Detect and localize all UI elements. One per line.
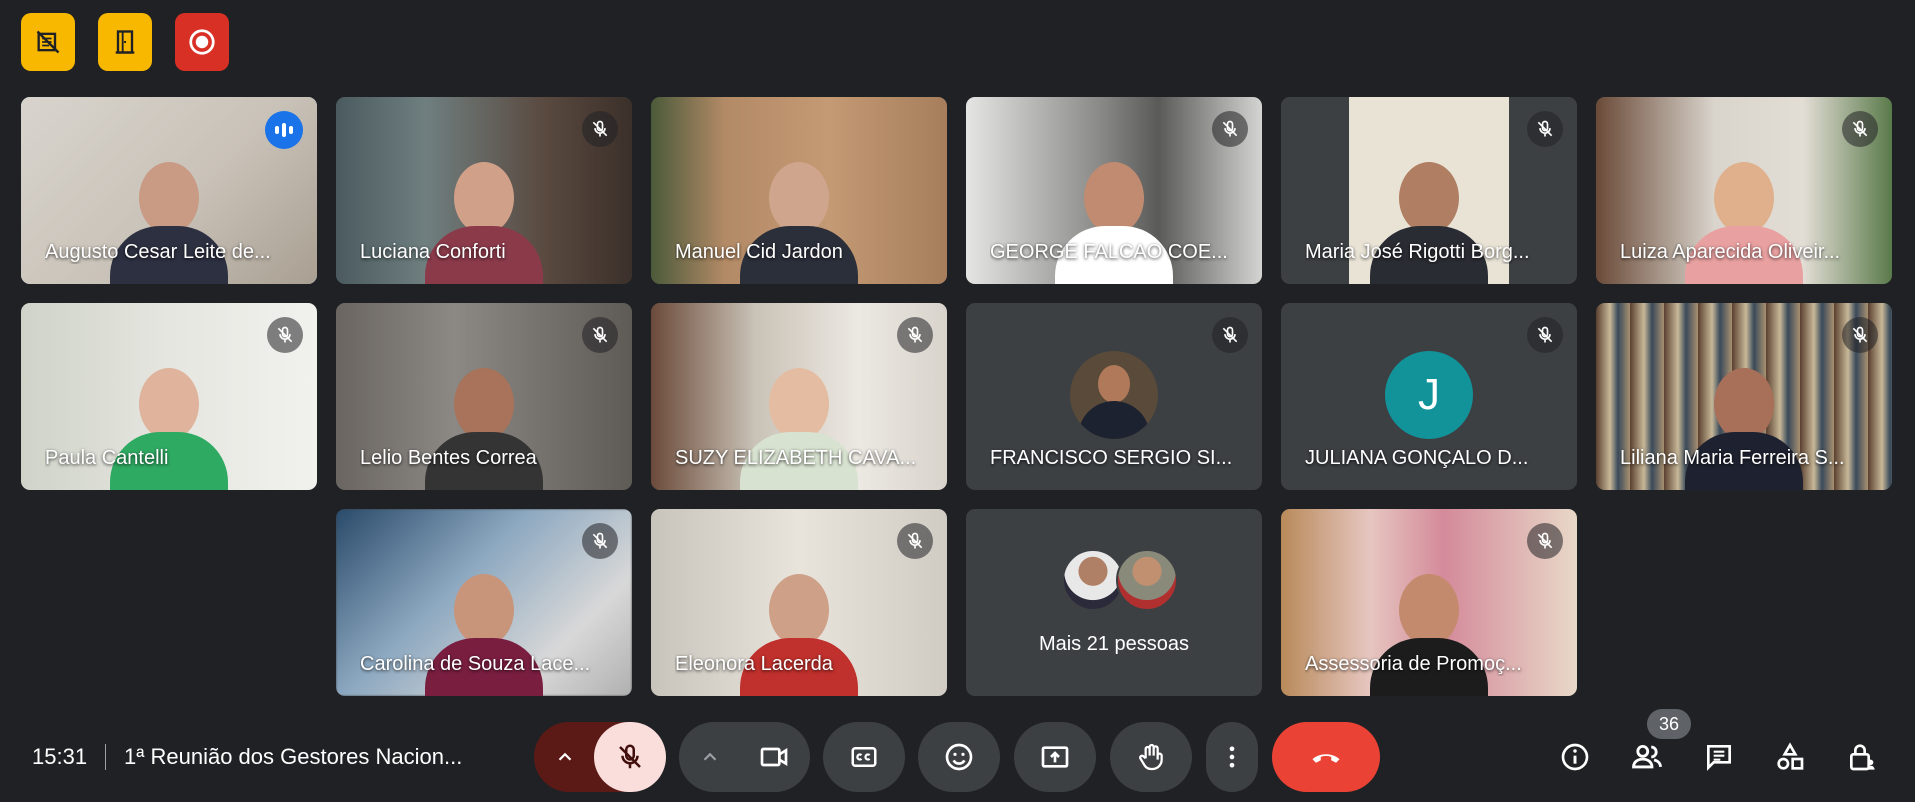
avatar: J xyxy=(1385,351,1473,439)
mic-off-icon xyxy=(582,523,618,559)
participant-name: Luiza Aparecida Oliveir... xyxy=(1620,241,1841,263)
mic-off-icon xyxy=(582,111,618,147)
raise-hand-button[interactable] xyxy=(1110,722,1192,792)
present-screen-icon xyxy=(1041,746,1069,768)
emoji-icon xyxy=(945,743,973,771)
mic-toggle-button[interactable] xyxy=(594,722,666,792)
participant-tile[interactable]: Eleonora Lacerda xyxy=(651,509,947,696)
participant-name: Assessoria de Promoç... xyxy=(1305,653,1522,675)
mic-off-icon xyxy=(619,744,641,769)
participant-tile[interactable]: Paula Cantelli xyxy=(21,303,317,490)
mic-off-icon xyxy=(1527,523,1563,559)
participant-name: Carolina de Souza Lace... xyxy=(360,653,591,675)
people-button[interactable] xyxy=(1622,732,1672,782)
present-screen-button[interactable] xyxy=(1014,722,1096,792)
participant-tile[interactable]: GEORGE FALCAO COE... xyxy=(966,97,1262,284)
participant-name: Manuel Cid Jardon xyxy=(675,241,843,263)
video-camera-icon xyxy=(760,747,788,767)
mic-off-icon xyxy=(1842,111,1878,147)
hand-icon xyxy=(1139,743,1163,771)
participant-tile[interactable]: Maria José Rigotti Borg... xyxy=(1281,97,1577,284)
mic-off-icon xyxy=(897,523,933,559)
chat-icon xyxy=(1707,745,1731,771)
captions-icon xyxy=(851,747,877,767)
participant-name: JULIANA GONÇALO D... xyxy=(1305,447,1529,469)
participant-tile[interactable]: J JULIANA GONÇALO D... xyxy=(1281,303,1577,490)
participant-name: Lelio Bentes Correa xyxy=(360,447,537,469)
avatar xyxy=(1116,549,1178,611)
chevron-up-icon xyxy=(558,752,572,761)
leave-call-button[interactable] xyxy=(1272,722,1380,792)
mic-off-icon xyxy=(1212,111,1248,147)
chevron-up-icon xyxy=(703,752,717,761)
host-controls-button[interactable] xyxy=(1837,732,1887,782)
divider xyxy=(105,744,106,770)
avatar xyxy=(1070,351,1158,439)
more-options-button[interactable] xyxy=(1206,722,1258,792)
mic-off-icon xyxy=(1527,111,1563,147)
participant-name: Eleonora Lacerda xyxy=(675,653,833,675)
reactions-button[interactable] xyxy=(918,722,1000,792)
participant-tile[interactable]: Carolina de Souza Lace... xyxy=(336,509,632,696)
meeting-title[interactable]: 1ª Reunião dos Gestores Nacion... xyxy=(124,744,502,770)
info-icon xyxy=(1561,743,1589,771)
participant-tile[interactable]: SUZY ELIZABETH CAVA... xyxy=(651,303,947,490)
participant-tile[interactable]: Luciana Conforti xyxy=(336,97,632,284)
mic-off-icon xyxy=(1212,317,1248,353)
participant-tile[interactable]: Manuel Cid Jardon xyxy=(651,97,947,284)
avatar-stack xyxy=(1062,549,1178,611)
lock-person-icon xyxy=(1850,744,1875,771)
clock: 15:31 xyxy=(32,744,88,769)
participant-tile[interactable]: Assessoria de Promoç... xyxy=(1281,509,1577,696)
end-call-icon xyxy=(1312,754,1340,763)
avatar xyxy=(1062,549,1124,611)
participant-name: FRANCISCO SERGIO SI... xyxy=(990,447,1233,469)
mic-off-icon xyxy=(267,317,303,353)
speaking-indicator-icon xyxy=(265,111,303,149)
participant-name: Paula Cantelli xyxy=(45,447,169,469)
captions-button[interactable] xyxy=(823,722,905,792)
participant-name: Augusto Cesar Leite de... xyxy=(45,241,271,263)
participant-name: SUZY ELIZABETH CAVA... xyxy=(675,447,917,469)
participant-tile[interactable]: FRANCISCO SERGIO SI... xyxy=(966,303,1262,490)
participant-grid: Augusto Cesar Leite de... Luciana Confor… xyxy=(0,0,1915,700)
participant-name: GEORGE FALCAO COE... xyxy=(990,241,1228,263)
more-people-tile[interactable]: Mais 21 pessoas xyxy=(966,509,1262,696)
participant-tile[interactable]: Luiza Aparecida Oliveir... xyxy=(1596,97,1892,284)
chat-button[interactable] xyxy=(1694,732,1744,782)
activities-button[interactable] xyxy=(1765,732,1815,782)
people-icon xyxy=(1632,744,1662,769)
participant-name: Liliana Maria Ferreira S... xyxy=(1620,447,1845,469)
mic-off-icon xyxy=(1842,317,1878,353)
meeting-details-button[interactable] xyxy=(1550,732,1600,782)
more-vert-icon xyxy=(1229,746,1235,768)
bottom-bar: 15:31 1ª Reunião dos Gestores Nacion... … xyxy=(0,709,1915,794)
participant-name: Maria José Rigotti Borg... xyxy=(1305,241,1530,263)
activities-icon xyxy=(1777,742,1804,770)
camera-toggle-button[interactable] xyxy=(738,722,810,792)
mic-off-icon xyxy=(1527,317,1563,353)
mic-off-icon xyxy=(897,317,933,353)
participant-name: Luciana Conforti xyxy=(360,241,506,263)
mic-off-icon xyxy=(582,317,618,353)
participant-tile[interactable]: Lelio Bentes Correa xyxy=(336,303,632,490)
participant-tile[interactable]: Augusto Cesar Leite de... xyxy=(21,97,317,284)
more-people-label: Mais 21 pessoas xyxy=(1038,633,1190,655)
participant-tile[interactable]: Liliana Maria Ferreira S... xyxy=(1596,303,1892,490)
